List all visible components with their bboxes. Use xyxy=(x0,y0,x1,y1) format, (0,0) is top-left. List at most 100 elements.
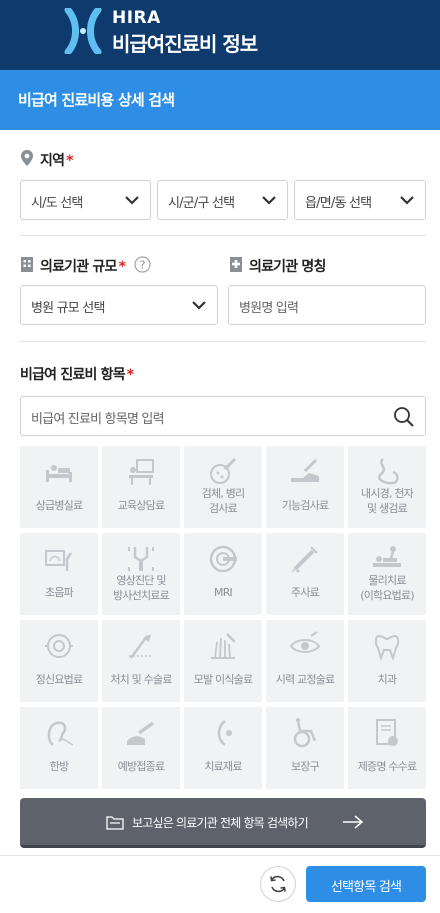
region-label: 지역 * xyxy=(40,153,73,169)
wheelchair-icon xyxy=(293,718,317,748)
svg-text:?: ? xyxy=(140,259,146,272)
reset-button[interactable] xyxy=(260,866,296,902)
item-tile[interactable]: 초음파 xyxy=(20,533,98,615)
ultrasound-icon xyxy=(45,550,73,571)
scale-label: 의료기관 규모 * xyxy=(40,259,126,275)
item-tile[interactable]: 모발 이식술료 xyxy=(184,620,262,702)
search-icon[interactable] xyxy=(393,406,415,428)
divider xyxy=(20,235,426,236)
chevron-down-icon xyxy=(262,196,276,205)
item-tile-label: 초음파 xyxy=(45,586,74,599)
item-tile-label: 시력 교정술료 xyxy=(275,673,335,686)
item-tile[interactable]: 시력 교정술료 xyxy=(266,620,344,702)
all-items-search-button[interactable]: 보고싶은 의료기관 전체 항목 검색하기 xyxy=(20,798,426,848)
item-tile[interactable]: 주사료 xyxy=(266,533,344,615)
page-title: 비급여 진료비용 상세 검색 xyxy=(18,91,175,109)
item-tile[interactable]: 물리치료 (이학요법료) xyxy=(348,533,426,615)
scale-select[interactable]: 병원 규모 선택 xyxy=(20,285,218,325)
hira-logo-icon xyxy=(64,8,102,54)
help-icon[interactable]: ? xyxy=(134,256,151,273)
item-tile-label: 정신요법료 xyxy=(35,673,83,686)
endoscope-icon xyxy=(377,458,399,485)
location-pin-icon xyxy=(21,150,33,166)
item-tile-label: 주사료 xyxy=(291,586,320,599)
eye-icon xyxy=(289,631,321,653)
item-tile-label: 처치 및 수술료 xyxy=(110,673,172,686)
required-mark: * xyxy=(126,367,134,383)
item-tile[interactable]: MRI xyxy=(184,533,262,615)
folder-icon xyxy=(106,816,124,830)
items-label: 비급여 진료비 항목 * xyxy=(20,367,134,383)
footer-divider xyxy=(0,855,440,856)
vaccine-icon xyxy=(127,721,155,745)
arrow-right-icon xyxy=(343,815,364,829)
item-tile[interactable]: 상급병실료 xyxy=(20,446,98,528)
divider xyxy=(20,341,426,342)
item-tile[interactable]: 처치 및 수술료 xyxy=(102,620,180,702)
item-tile-label: 내시경, 천자 및 생검료 xyxy=(361,487,414,515)
item-tile[interactable]: 치과 xyxy=(348,620,426,702)
eupmyeondong-select[interactable]: 읍/면/동 선택 xyxy=(294,180,426,220)
sido-select[interactable]: 시/도 선택 xyxy=(20,180,151,220)
certificate-icon xyxy=(376,719,398,746)
all-items-search-label: 보고싶은 의료기관 전체 항목 검색하기 xyxy=(132,816,309,830)
item-tile[interactable]: 교육상담료 xyxy=(102,446,180,528)
counseling-icon xyxy=(129,459,154,485)
item-search-input[interactable]: 비급여 진료비 항목명 입력 xyxy=(20,396,426,436)
chevron-down-icon xyxy=(192,301,206,310)
chevron-down-icon xyxy=(125,196,139,205)
item-tile-label: 보장구 xyxy=(291,760,320,773)
page-title-bar: 비급여 진료비용 상세 검색 xyxy=(0,70,440,130)
surgery-icon xyxy=(129,634,153,659)
hospital-name-input[interactable]: 병원명 입력 xyxy=(228,285,426,325)
item-tile[interactable]: 내시경, 천자 및 생검료 xyxy=(348,446,426,528)
app-header: HIRA 비급여진료비 정보 xyxy=(0,0,440,70)
brain-icon xyxy=(45,634,73,658)
item-tile-label: 모발 이식술료 xyxy=(193,673,253,686)
item-tile[interactable]: 검체, 병리 검사료 xyxy=(184,446,262,528)
item-tile-label: 한방 xyxy=(49,760,69,773)
chevron-down-icon xyxy=(400,196,414,205)
item-tile-label: 치과 xyxy=(377,673,397,686)
sigungu-select[interactable]: 시/군/구 선택 xyxy=(157,180,288,220)
specimen-icon xyxy=(210,457,237,484)
search-selected-label: 선택항목 검색 xyxy=(330,880,402,895)
item-tile[interactable]: 예방접종료 xyxy=(102,707,180,789)
required-mark: * xyxy=(66,153,73,169)
hospital-icon xyxy=(230,257,242,272)
item-tile-label: MRI xyxy=(214,586,233,599)
item-tile[interactable]: 제증명 수수료 xyxy=(348,707,426,789)
physical-therapy-icon xyxy=(373,546,401,567)
item-tile[interactable]: 치료재료 xyxy=(184,707,262,789)
building-icon xyxy=(21,257,33,272)
item-tile-label: 예방접종료 xyxy=(117,760,165,773)
function-test-icon xyxy=(291,458,319,482)
item-tile-label: 제증명 수수료 xyxy=(357,760,417,773)
item-tile-label: 영상진단 및 방사선치료료 xyxy=(113,574,170,602)
refresh-icon xyxy=(270,875,286,893)
item-tile[interactable]: 기능검사료 xyxy=(266,446,344,528)
hospital-bed-icon xyxy=(46,465,72,482)
item-tile-label: 검체, 병리 검사료 xyxy=(201,487,245,515)
item-tile-label: 물리치료 (이학요법료) xyxy=(360,574,414,602)
required-mark: * xyxy=(118,259,126,275)
item-tile[interactable]: 한방 xyxy=(20,707,98,789)
logo-text-ko: 비급여진료비 정보 xyxy=(112,32,258,56)
hair-transplant-icon xyxy=(211,633,236,659)
lens-icon xyxy=(217,720,232,746)
name-label: 의료기관 명칭 xyxy=(249,259,326,275)
item-tile-label: 상급병실료 xyxy=(35,499,83,512)
mri-icon xyxy=(209,545,237,573)
item-tile[interactable]: 영상진단 및 방사선치료료 xyxy=(102,533,180,615)
item-tile-label: 치료재료 xyxy=(204,760,242,773)
search-selected-button[interactable]: 선택항목 검색 xyxy=(306,866,426,902)
item-tile-label: 기능검사료 xyxy=(281,499,329,512)
tooth-icon xyxy=(374,634,400,662)
xray-icon xyxy=(128,547,154,571)
item-tile[interactable]: 보장구 xyxy=(266,707,344,789)
item-tile-label: 교육상담료 xyxy=(117,499,165,512)
syringe-icon xyxy=(291,546,318,573)
acupuncture-icon xyxy=(47,721,74,747)
logo-text-en: HIRA xyxy=(112,8,161,28)
item-tile[interactable]: 정신요법료 xyxy=(20,620,98,702)
